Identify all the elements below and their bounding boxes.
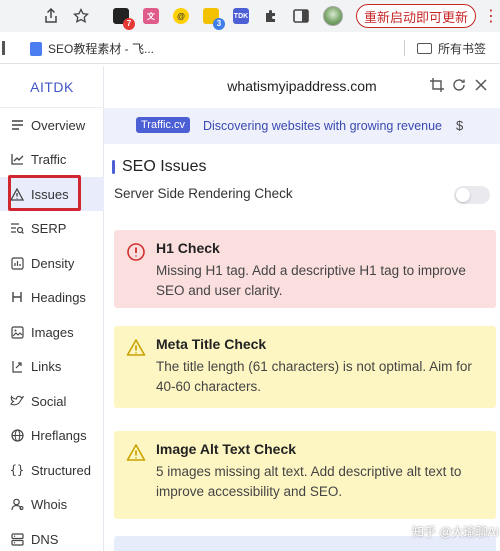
sidebar-item-serp[interactable]: SERP — [0, 211, 104, 245]
sidebar-item-label: SERP — [31, 220, 67, 236]
bookmark-separator — [2, 41, 5, 55]
issue-card-image-alt: Image Alt Text Check 5 images missing al… — [114, 431, 496, 519]
ssr-toggle[interactable] — [454, 186, 490, 204]
divider — [404, 40, 405, 56]
card-text: 5 images missing alt text. Add descripti… — [156, 464, 462, 499]
sidebar-item-dns[interactable]: DNS — [0, 522, 104, 551]
section-title-text: SEO Issues — [122, 158, 207, 175]
extension-sidebar: AITDK Overview Traffic Issues SERP Densi… — [0, 66, 104, 551]
crop-icon[interactable] — [430, 78, 444, 95]
image-icon — [10, 325, 24, 339]
restart-update-button[interactable]: 重新启动即可更新 — [356, 4, 476, 28]
sidebar-item-label: Overview — [31, 117, 86, 133]
bookmark-seo-materials[interactable]: SEO教程素材 - 飞... — [30, 40, 154, 57]
panel-header: whatismyipaddress.com — [104, 66, 500, 108]
extension-1-icon[interactable]: 7 — [110, 5, 135, 30]
bookmark-label: SEO教程素材 - 飞... — [48, 42, 155, 56]
brand-logo: AITDK — [0, 66, 104, 108]
serp-icon — [10, 221, 24, 235]
more-menu-icon[interactable]: ⋮ — [483, 6, 499, 26]
issue-card-meta-title: Meta Title Check The title length (61 ch… — [114, 326, 496, 408]
bird-icon — [10, 394, 24, 408]
close-icon[interactable] — [475, 78, 487, 94]
link-icon — [10, 359, 24, 373]
sidebar-item-label: Images — [31, 324, 74, 340]
issue-card-h1: H1 Check Missing H1 tag. Add a descripti… — [114, 230, 496, 308]
error-circle-icon — [127, 243, 145, 261]
density-icon — [10, 256, 24, 270]
card-title: H1 Check — [156, 240, 220, 256]
all-bookmarks-label: 所有书签 — [438, 42, 487, 56]
globe-icon — [10, 428, 24, 442]
extension-2-icon[interactable]: 文 — [140, 5, 162, 27]
puzzle-extensions-icon[interactable] — [260, 5, 282, 27]
braces-icon: {} — [9, 463, 25, 477]
sidebar-item-label: Social — [31, 393, 67, 409]
card-title: Image Alt Text Check — [156, 441, 297, 457]
section-title: SEO Issues — [112, 158, 206, 176]
sidebar-item-label: Structured — [31, 462, 91, 478]
highlight-annotation-box — [8, 175, 81, 211]
chart-icon — [10, 152, 24, 166]
toggle-knob — [456, 188, 470, 202]
sidebar-item-label: Density — [31, 255, 75, 271]
card-text: The title length (61 characters) is not … — [156, 359, 472, 394]
main-panel: whatismyipaddress.com Traffic.cv Discove… — [104, 66, 500, 551]
sidebar-item-label: DNS — [31, 531, 59, 547]
promo-text: Discovering websites with growing revenu… — [203, 119, 443, 133]
extension-badge: 3 — [213, 18, 225, 30]
sidebar-item-traffic[interactable]: Traffic — [0, 142, 104, 176]
sidebar-item-density[interactable]: Density — [0, 246, 104, 280]
sidebar-item-social[interactable]: Social — [0, 384, 104, 418]
tdk-extension-icon[interactable]: TDK — [230, 5, 252, 27]
folder-icon — [417, 43, 432, 54]
sidebar-item-whois[interactable]: Whois — [0, 487, 104, 521]
extension-4-icon[interactable]: 3 — [200, 5, 225, 30]
extension-badge: 7 — [123, 18, 135, 30]
sidebar-item-structured[interactable]: {} Structured — [0, 453, 104, 487]
heading-icon — [10, 290, 24, 304]
document-icon — [30, 41, 42, 56]
share-icon[interactable] — [40, 5, 62, 27]
sidebar-item-label: Hreflangs — [31, 427, 87, 443]
sidebar-item-overview[interactable]: Overview — [0, 108, 104, 142]
browser-toolbar: 7 文 @ 3 TDK 重新启动即可更新 ⋮ — [0, 0, 500, 32]
watermark: 知乎 @大瑜聊AI — [412, 525, 499, 539]
side-panel-icon[interactable] — [290, 5, 312, 27]
user-icon — [10, 497, 24, 511]
sidebar-item-label: Whois — [31, 496, 68, 512]
sidebar-item-hreflangs[interactable]: Hreflangs — [0, 418, 104, 452]
card-title: Meta Title Check — [156, 336, 267, 352]
sidebar-item-images[interactable]: Images — [0, 315, 104, 349]
ssr-check-label: Server Side Rendering Check — [114, 186, 293, 201]
sidebar-item-headings[interactable]: Headings — [0, 280, 104, 314]
all-bookmarks-button[interactable]: 所有书签 — [417, 40, 486, 57]
sidebar-item-label: Links — [31, 358, 62, 374]
dns-icon — [10, 532, 24, 546]
list-icon — [10, 118, 24, 132]
sidebar-item-links[interactable]: Links — [0, 349, 104, 383]
accent-bar — [112, 160, 115, 174]
bookmark-star-icon[interactable] — [70, 5, 92, 27]
card-text: Missing H1 tag. Add a descriptive H1 tag… — [156, 263, 466, 298]
sidebar-item-label: Traffic — [31, 151, 67, 167]
refresh-icon[interactable] — [452, 78, 466, 95]
promo-tag: Traffic.cv — [136, 117, 191, 133]
extension-3-icon[interactable]: @ — [170, 5, 192, 27]
profile-avatar-icon[interactable] — [322, 5, 344, 27]
dollar-icon: $ — [456, 118, 464, 133]
warning-triangle-icon — [126, 339, 146, 356]
promo-banner[interactable]: Traffic.cv Discovering websites with gro… — [104, 108, 500, 144]
sidebar-item-label: Headings — [31, 289, 86, 305]
warning-triangle-icon — [126, 444, 146, 461]
bookmarks-bar: SEO教程素材 - 飞... 所有书签 — [0, 32, 500, 64]
